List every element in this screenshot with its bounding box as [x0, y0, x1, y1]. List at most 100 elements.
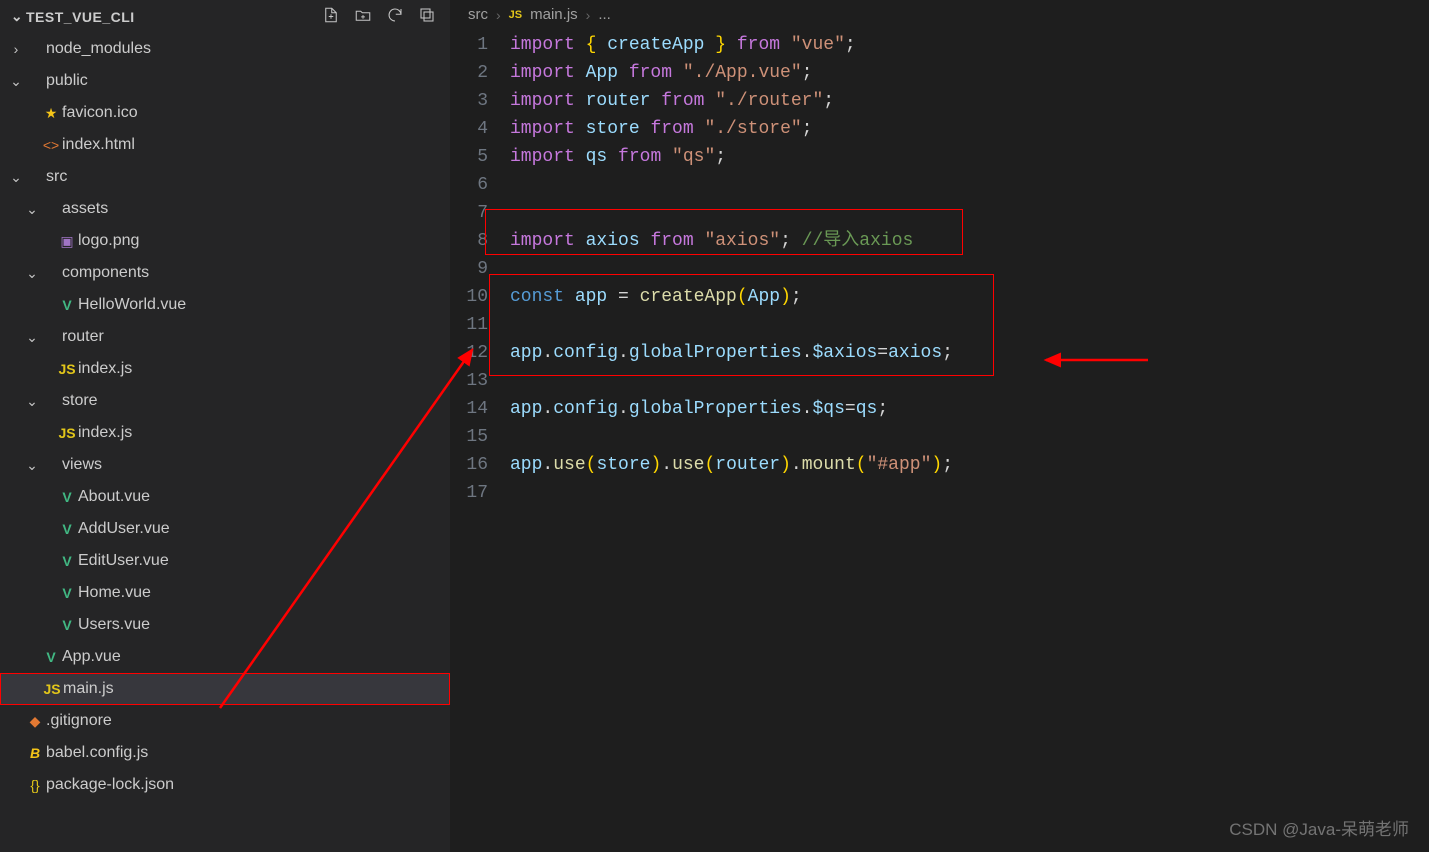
vue-icon: V [56, 617, 78, 633]
js-icon: JS [56, 425, 78, 441]
tree-item-label: logo.png [78, 232, 139, 250]
tree-item-label: Home.vue [78, 584, 151, 602]
line-number: 6 [450, 171, 488, 199]
file-tree: ›node_modules⌄public★favicon.ico<>index.… [0, 33, 450, 852]
tree-item-helloworld-vue[interactable]: VHelloWorld.vue [0, 289, 450, 321]
code-line[interactable]: const app = createApp(App); [510, 283, 1429, 311]
explorer-header[interactable]: ⌄ TEST_VUE_CLI [0, 0, 450, 33]
tree-item-app-vue[interactable]: VApp.vue [0, 641, 450, 673]
breadcrumb-seg[interactable]: src [468, 6, 488, 23]
tree-item-label: About.vue [78, 488, 150, 506]
refresh-icon[interactable] [386, 6, 404, 27]
new-file-icon[interactable] [322, 6, 340, 27]
tree-item-babel-config-js[interactable]: Bbabel.config.js [0, 737, 450, 769]
code-line[interactable] [510, 367, 1429, 395]
tree-item-label: index.js [78, 360, 132, 378]
tree-item-node-modules[interactable]: ›node_modules [0, 33, 450, 65]
code-line[interactable]: import qs from "qs"; [510, 143, 1429, 171]
tree-item-label: package-lock.json [46, 776, 174, 794]
tree-item-views[interactable]: ⌄ views [0, 449, 450, 481]
img-icon: ▣ [56, 233, 78, 250]
tree-item-components[interactable]: ⌄ components [0, 257, 450, 289]
tree-item-label: App.vue [62, 648, 121, 666]
tree-item-favicon-ico[interactable]: ★favicon.ico [0, 97, 450, 129]
tree-item-logo-png[interactable]: ▣logo.png [0, 225, 450, 257]
tree-item-label: src [46, 168, 67, 186]
code-line[interactable] [510, 171, 1429, 199]
tree-item-label: EditUser.vue [78, 552, 169, 570]
breadcrumb-seg[interactable]: main.js [530, 6, 578, 23]
chevron-down-icon: ⌄ [8, 8, 26, 25]
breadcrumb-seg[interactable]: ... [598, 6, 611, 23]
code-line[interactable] [510, 255, 1429, 283]
code-content[interactable]: import { createApp } from "vue";import A… [510, 31, 1429, 507]
line-gutter: 1234567891011121314151617 [450, 31, 510, 507]
babel-icon: B [24, 745, 46, 761]
code-area[interactable]: 1234567891011121314151617 import { creat… [450, 29, 1429, 507]
code-line[interactable]: import store from "./store"; [510, 115, 1429, 143]
tree-item--gitignore[interactable]: ◆.gitignore [0, 705, 450, 737]
code-line[interactable]: import App from "./App.vue"; [510, 59, 1429, 87]
tree-item-public[interactable]: ⌄public [0, 65, 450, 97]
code-line[interactable]: import router from "./router"; [510, 87, 1429, 115]
collapse-icon[interactable] [418, 6, 436, 27]
tree-item-index-js[interactable]: JSindex.js [0, 353, 450, 385]
tree-item-assets[interactable]: ⌄ assets [0, 193, 450, 225]
chevron-icon: ⌄ [8, 73, 24, 90]
watermark: CSDN @Java-呆萌老师 [1229, 815, 1409, 840]
tree-item-index-js[interactable]: JSindex.js [0, 417, 450, 449]
chevron-icon: ⌄ [24, 393, 40, 410]
tree-item-label: components [62, 264, 149, 282]
tree-item-label: node_modules [46, 40, 151, 58]
tree-item-edituser-vue[interactable]: VEditUser.vue [0, 545, 450, 577]
tree-item-label: Users.vue [78, 616, 150, 634]
tree-item-label: main.js [63, 680, 114, 698]
breadcrumb[interactable]: src › JS main.js › ... [450, 0, 1429, 29]
code-line[interactable]: import axios from "axios"; //导入axios [510, 227, 1429, 255]
tree-item-main-js[interactable]: JSmain.js [0, 673, 450, 705]
code-line[interactable]: app.config.globalProperties.$axios=axios… [510, 339, 1429, 367]
vue-icon: V [56, 489, 78, 505]
tree-item-store[interactable]: ⌄store [0, 385, 450, 417]
tree-item-label: favicon.ico [62, 104, 138, 122]
js-icon: JS [41, 681, 63, 697]
chevron-icon: ⌄ [8, 169, 24, 186]
line-number: 3 [450, 87, 488, 115]
chevron-icon: ⌄ [24, 457, 40, 474]
chevron-icon: ⌄ [24, 201, 40, 218]
vue-icon: V [56, 521, 78, 537]
git-icon: ◆ [24, 713, 46, 730]
code-line[interactable] [510, 423, 1429, 451]
line-number: 13 [450, 367, 488, 395]
tree-item-router[interactable]: ⌄router [0, 321, 450, 353]
chevron-icon: ⌄ [24, 265, 40, 282]
code-line[interactable]: app.use(store).use(router).mount("#app")… [510, 451, 1429, 479]
line-number: 7 [450, 199, 488, 227]
code-line[interactable]: import { createApp } from "vue"; [510, 31, 1429, 59]
explorer-actions [322, 6, 442, 27]
line-number: 9 [450, 255, 488, 283]
tree-item-label: views [62, 456, 102, 474]
tree-item-package-lock-json[interactable]: {}package-lock.json [0, 769, 450, 801]
tree-item-label: assets [62, 200, 108, 218]
editor-pane: src › JS main.js › ... 12345678910111213… [450, 0, 1429, 852]
html-icon: <> [40, 137, 62, 153]
tree-item-label: index.js [78, 424, 132, 442]
file-explorer: ⌄ TEST_VUE_CLI ›node_modules⌄public★favi… [0, 0, 450, 852]
vue-icon: V [56, 585, 78, 601]
tree-item-about-vue[interactable]: VAbout.vue [0, 481, 450, 513]
tree-item-src[interactable]: ⌄ src [0, 161, 450, 193]
tree-item-users-vue[interactable]: VUsers.vue [0, 609, 450, 641]
tree-item-adduser-vue[interactable]: VAddUser.vue [0, 513, 450, 545]
js-icon: JS [509, 9, 522, 21]
code-line[interactable] [510, 311, 1429, 339]
line-number: 12 [450, 339, 488, 367]
new-folder-icon[interactable] [354, 6, 372, 27]
code-line[interactable] [510, 479, 1429, 507]
tree-item-index-html[interactable]: <>index.html [0, 129, 450, 161]
code-line[interactable] [510, 199, 1429, 227]
star-icon: ★ [40, 105, 62, 122]
js-icon: JS [56, 361, 78, 377]
code-line[interactable]: app.config.globalProperties.$qs=qs; [510, 395, 1429, 423]
tree-item-home-vue[interactable]: VHome.vue [0, 577, 450, 609]
